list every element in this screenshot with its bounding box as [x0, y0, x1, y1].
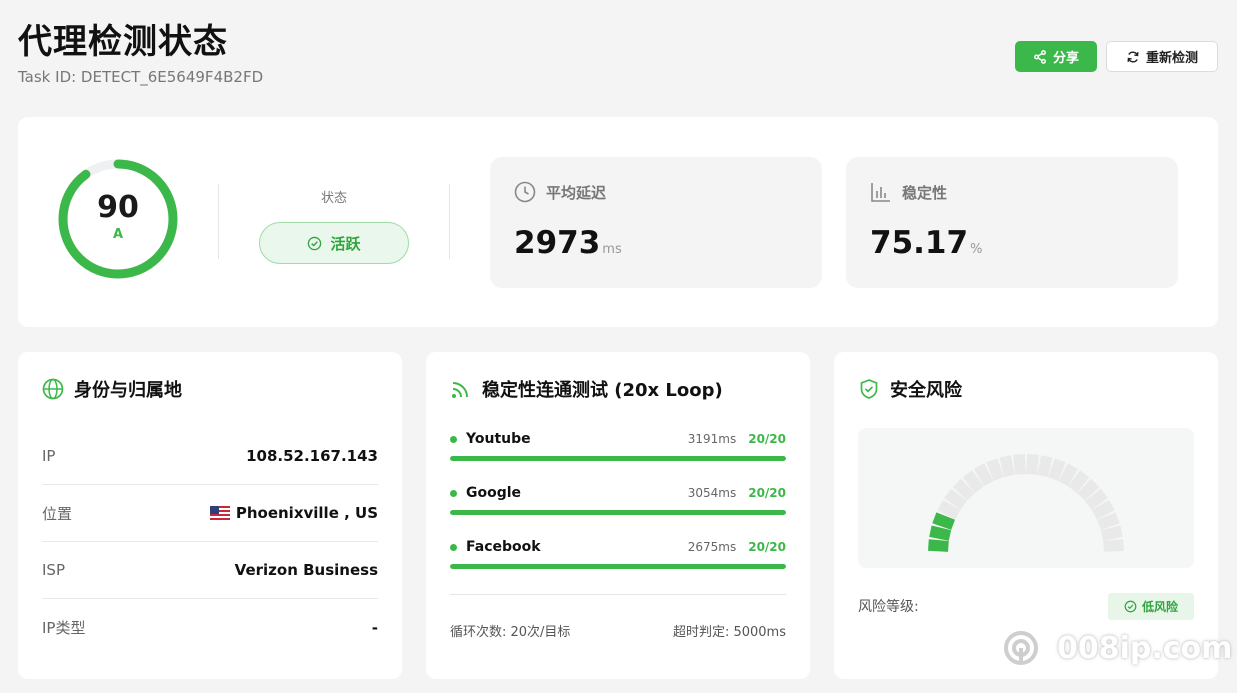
- loop-title: 稳定性连通测试 (20x Loop): [482, 380, 723, 401]
- status-dot: [450, 543, 457, 551]
- stability-label: 稳定性: [902, 183, 948, 202]
- risk-gauge: [928, 454, 1124, 552]
- divider: [449, 184, 450, 259]
- share-icon: [1034, 49, 1046, 64]
- latency-label: 平均延迟: [546, 183, 607, 202]
- share-label: 分享: [1052, 51, 1079, 66]
- status-label: 状态: [320, 191, 347, 206]
- watermark-text: 008ip.com: [1057, 630, 1233, 666]
- status-badge: 活跃: [259, 222, 409, 264]
- site-name: Youtube: [466, 431, 531, 447]
- info-value: -: [371, 618, 378, 637]
- progress-fill: [450, 564, 786, 569]
- info-key: ISP: [42, 561, 65, 579]
- site-count: 20/20: [748, 432, 786, 446]
- risk-gauge-panel: [858, 428, 1194, 568]
- risk-gauge-segment: [1103, 539, 1124, 552]
- score-grade: A: [112, 227, 124, 242]
- info-row-location: 位置 Phoenixville , US: [42, 485, 378, 542]
- info-key: IP类型: [42, 619, 86, 637]
- status-value: 活跃: [330, 234, 361, 253]
- site-facebook: Facebook 2675ms 20/20: [450, 538, 786, 569]
- info-key: IP: [42, 447, 56, 465]
- site-count: 20/20: [748, 486, 786, 500]
- info-row-ip-type: IP类型 -: [42, 599, 378, 656]
- site-latency: 3054ms: [687, 486, 737, 500]
- progress-bar: [450, 564, 786, 569]
- watermark-logo-icon: [993, 620, 1049, 676]
- watermark: 008ip.com: [993, 620, 1232, 676]
- shield-check-icon: [860, 379, 878, 399]
- info-row-ip: IP 108.52.167.143: [42, 428, 378, 485]
- latency-metric: 平均延迟 2973 ms: [490, 157, 822, 288]
- status-dot: [450, 489, 457, 497]
- header-actions: 分享 重新检测: [1015, 41, 1218, 72]
- location-text: Phoenixville , US: [235, 504, 378, 522]
- refresh-icon: [1127, 51, 1139, 62]
- progress-fill: [450, 456, 786, 461]
- risk-level-value: 低风险: [1141, 599, 1178, 614]
- check-circle-icon: [1124, 600, 1137, 612]
- divider: [218, 184, 219, 259]
- risk-title: 安全风险: [890, 380, 962, 401]
- site-latency: 3191ms: [687, 432, 737, 446]
- status-dot: [450, 435, 457, 443]
- site-name: Facebook: [466, 539, 541, 555]
- rss-icon: [452, 382, 468, 398]
- progress-bar: [450, 456, 786, 461]
- stability-metric: 稳定性 75.17%: [846, 157, 1178, 288]
- risk-level-label: 风险等级:: [858, 599, 919, 615]
- risk-level-badge: 低风险: [1107, 592, 1194, 620]
- site-google: Google 3054ms 20/20: [450, 484, 786, 515]
- progress-fill: [450, 510, 786, 515]
- info-value: Verizon Business: [234, 561, 378, 579]
- stability-unit: %: [970, 242, 983, 257]
- info-value: 108.52.167.143: [246, 447, 378, 465]
- loop-count-text: 循环次数: 20次/目标: [450, 625, 571, 640]
- bar-chart-icon: [871, 183, 890, 202]
- loop-footer: 循环次数: 20次/目标 超时判定: 5000ms: [450, 594, 786, 640]
- retest-button[interactable]: 重新检测: [1106, 41, 1218, 72]
- identity-card: 身份与归属地 IP 108.52.167.143 位置 Phoenixville…: [18, 352, 402, 679]
- retest-label: 重新检测: [1145, 51, 1198, 66]
- clock-icon: [514, 181, 536, 203]
- stability-value: 75.17: [870, 225, 969, 261]
- risk-level-row: 风险等级: 低风险: [858, 592, 1194, 620]
- latency-value: 2973: [514, 225, 601, 261]
- us-flag-icon: [209, 506, 230, 520]
- check-circle-icon: [308, 236, 322, 250]
- site-youtube: Youtube 3191ms 20/20: [450, 430, 786, 461]
- status-block: 状态 活跃: [259, 187, 409, 264]
- timeout-text: 超时判定: 5000ms: [672, 625, 786, 640]
- info-value: Phoenixville , US: [209, 504, 378, 522]
- progress-bar: [450, 510, 786, 515]
- page-header: 代理检测状态 Task ID: DETECT_6E5649F4B2FD 分享 重…: [18, 20, 1218, 100]
- risk-gauge-segment: [1026, 454, 1039, 475]
- identity-title: 身份与归属地: [74, 380, 182, 401]
- latency-unit: ms: [602, 242, 622, 257]
- site-latency: 2675ms: [687, 540, 737, 554]
- share-button[interactable]: 分享: [1015, 41, 1097, 72]
- risk-gauge-segment: [928, 539, 949, 552]
- info-row-isp: ISP Verizon Business: [42, 542, 378, 599]
- site-count: 20/20: [748, 540, 786, 554]
- loop-card: 稳定性连通测试 (20x Loop) Youtube 3191ms 20/20 …: [426, 352, 810, 679]
- score-gauge: 90 A: [56, 157, 180, 281]
- site-name: Google: [466, 485, 522, 501]
- info-key: 位置: [42, 504, 73, 523]
- risk-gauge-segment: [1013, 454, 1026, 475]
- score-value: 90: [97, 190, 139, 225]
- globe-icon: [42, 378, 64, 400]
- summary-card: 90 A 状态 活跃 平均延迟 2973 ms 稳定性 75.17 %: [18, 117, 1218, 327]
